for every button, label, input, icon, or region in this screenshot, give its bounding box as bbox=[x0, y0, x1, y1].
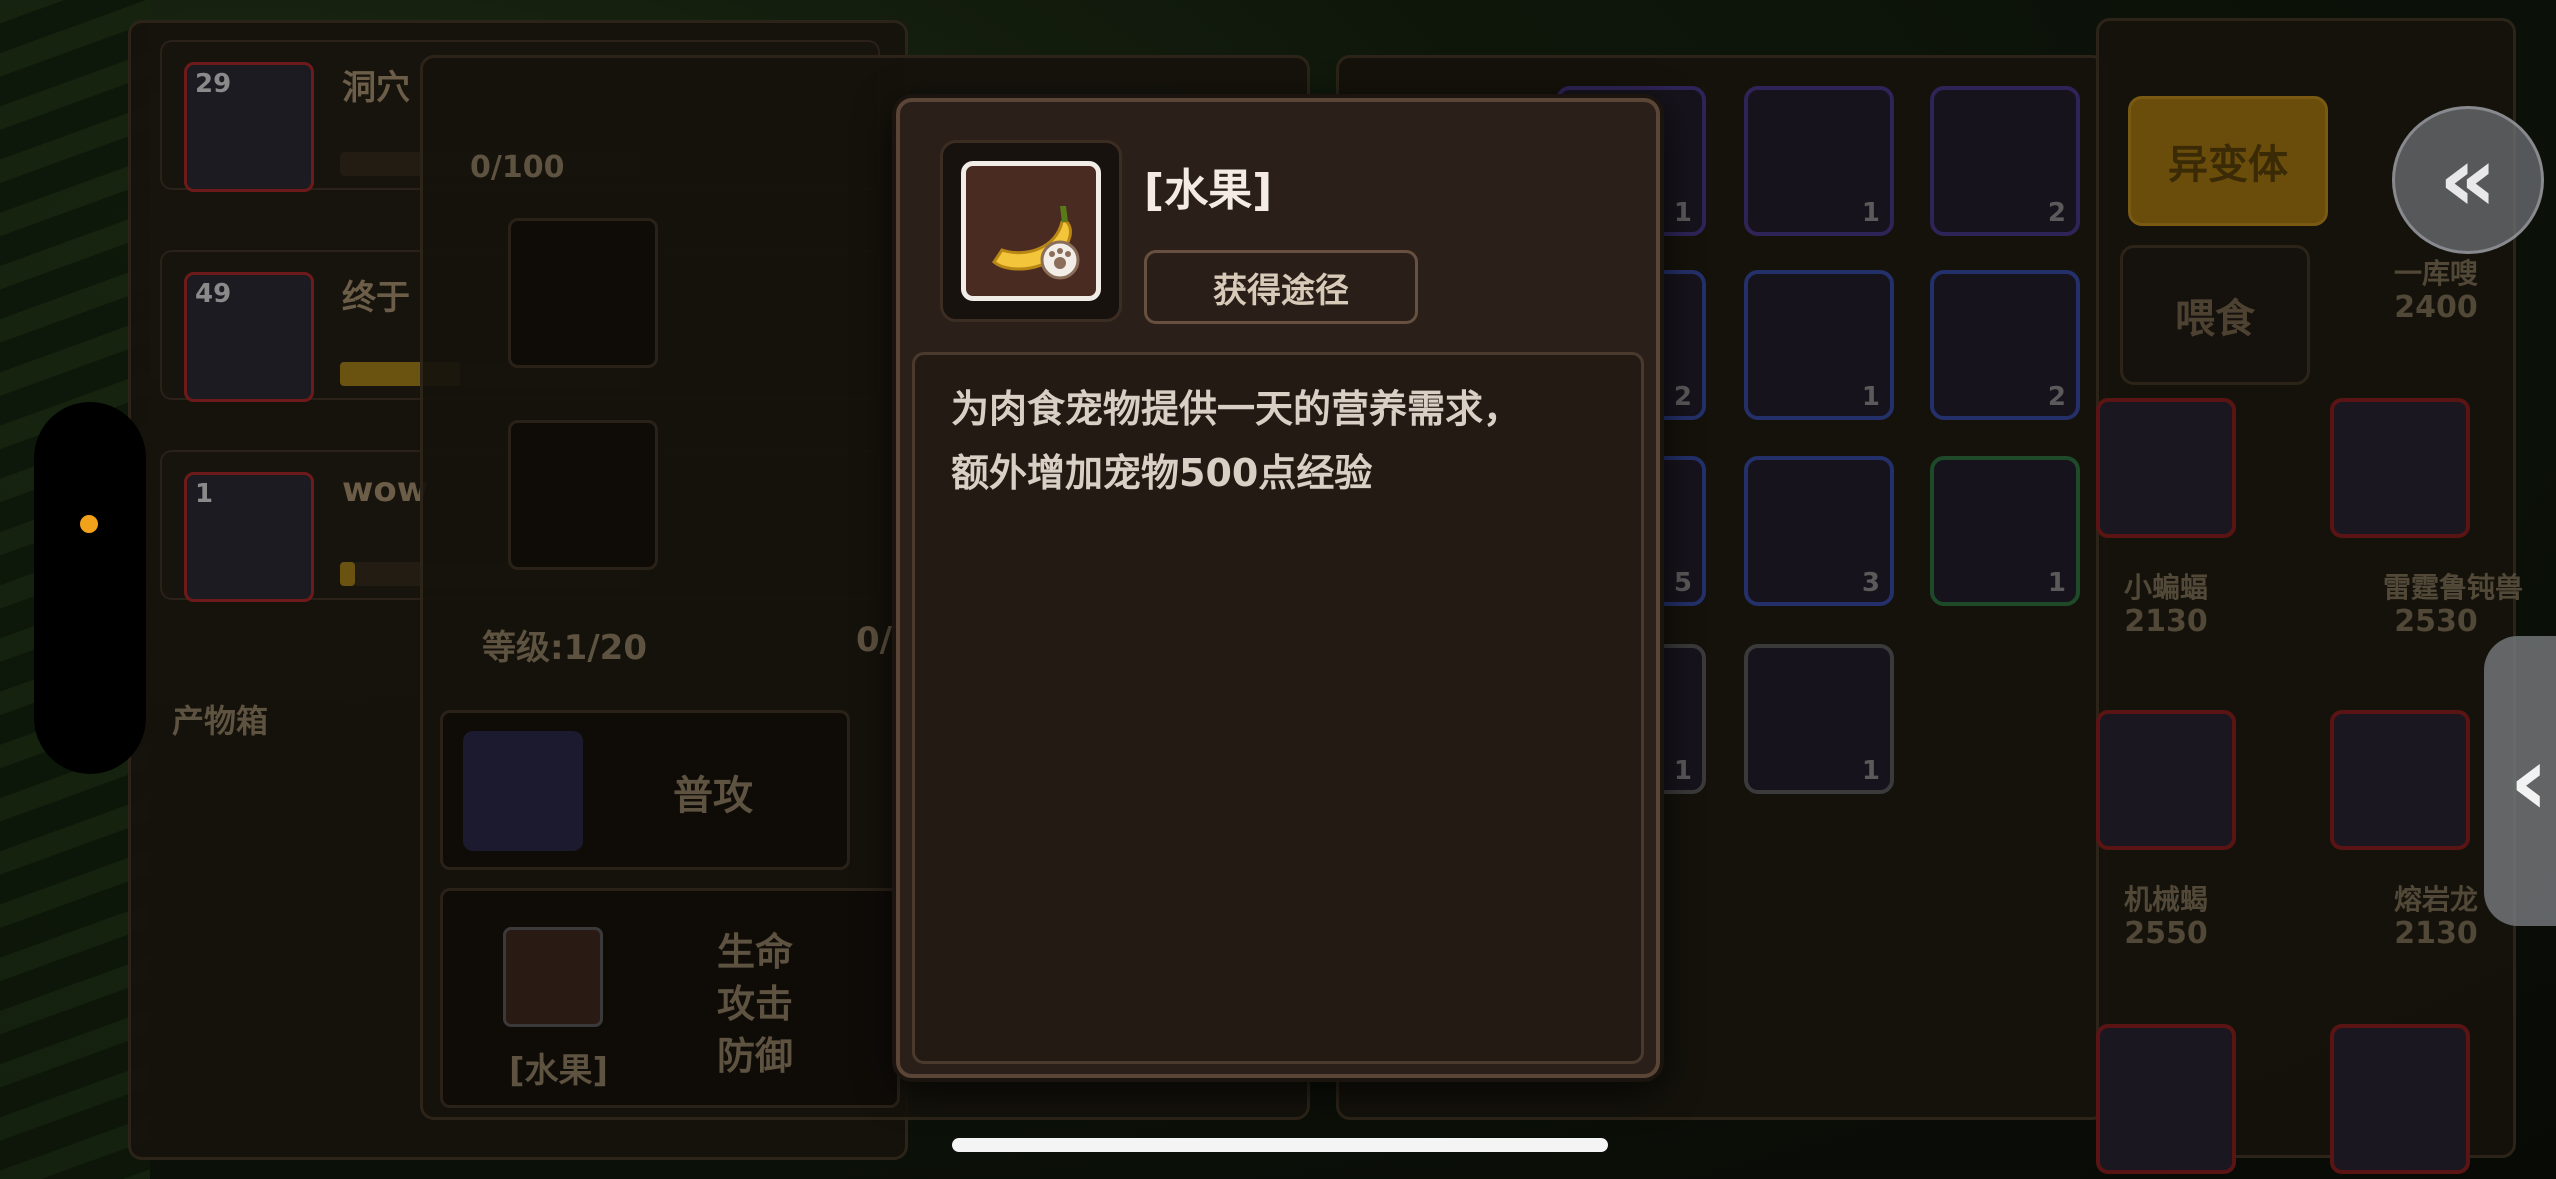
pet-card[interactable] bbox=[2096, 398, 2236, 538]
inventory-slot[interactable]: 1 bbox=[1930, 456, 2080, 606]
game-screen: 29 洞穴 49 终于 1 wow 产物箱 0/100 等级:1/20 0/ 普… bbox=[0, 0, 2556, 1179]
acquire-source-button[interactable]: 获得途径 bbox=[1144, 250, 1418, 324]
equip-slot[interactable] bbox=[508, 218, 658, 368]
progress-text: 0/ bbox=[856, 620, 893, 660]
item-description: 为肉食宠物提供一天的营养需求， 额外增加宠物500点经验 bbox=[951, 377, 1631, 505]
home-indicator bbox=[952, 1138, 1608, 1152]
pet-card[interactable] bbox=[2330, 710, 2470, 850]
inventory-slot[interactable]: 2 bbox=[1930, 86, 2080, 236]
pet-name: 一库嗖 bbox=[2393, 257, 2478, 290]
item-title: [水果] bbox=[1144, 165, 1273, 216]
notification-dot bbox=[80, 515, 98, 533]
food-card: [水果] 生命 攻击 防御 bbox=[440, 888, 900, 1108]
item-description-box: 为肉食宠物提供一天的营养需求， 额外增加宠物500点经验 bbox=[912, 352, 1644, 1064]
pet-level: 29 bbox=[195, 69, 232, 99]
item-icon-frame bbox=[940, 140, 1122, 322]
stat-attack-label: 攻击 bbox=[717, 982, 794, 1026]
pet-card[interactable] bbox=[2330, 398, 2470, 538]
pet-card[interactable] bbox=[2096, 1024, 2236, 1174]
stat-defense-label: 防御 bbox=[717, 1034, 794, 1078]
pet-name: 终于 bbox=[342, 278, 410, 318]
pet-avatar: 1 bbox=[184, 472, 314, 602]
pet-level: 1 bbox=[195, 479, 214, 509]
pet-value: 2400 bbox=[2394, 290, 2478, 325]
pet-name: 小蝙蝠 bbox=[2123, 571, 2208, 604]
attack-skill-card[interactable]: 普攻 bbox=[440, 710, 850, 870]
pet-value: 2530 bbox=[2394, 604, 2478, 639]
pet-level: 49 bbox=[195, 279, 232, 309]
inventory-slot[interactable]: 1 bbox=[1744, 270, 1894, 420]
back-double-chevron-icon[interactable]: « bbox=[2392, 106, 2544, 254]
side-handle[interactable] bbox=[34, 402, 146, 774]
description-line: 额外增加宠物500点经验 bbox=[951, 451, 1373, 495]
inventory-slot[interactable]: 1 bbox=[1744, 86, 1894, 236]
claw-icon bbox=[463, 731, 583, 851]
inventory-slot[interactable]: 3 bbox=[1744, 456, 1894, 606]
pet-name: wow bbox=[342, 470, 429, 510]
food-label: [水果] bbox=[509, 1051, 609, 1091]
mutant-button[interactable]: 异变体 bbox=[2128, 96, 2328, 226]
stat-hp-label: 生命 bbox=[717, 930, 794, 974]
pet-name: 机械蝎 bbox=[2123, 883, 2208, 916]
pet-avatar: 49 bbox=[184, 272, 314, 402]
expand-chevron-icon[interactable]: ‹ bbox=[2484, 636, 2556, 926]
products-box-label: 产物箱 bbox=[172, 702, 269, 740]
pet-card[interactable] bbox=[2330, 1024, 2470, 1174]
pet-name: 雷霆鲁钝兽 bbox=[2382, 571, 2523, 604]
equip-slot[interactable] bbox=[508, 420, 658, 570]
exp-text: 0/100 bbox=[470, 150, 565, 185]
inventory-slot[interactable]: 2 bbox=[1930, 270, 2080, 420]
pet-name: 洞穴 bbox=[342, 68, 410, 108]
item-detail-modal: [水果] 获得途径 为肉食宠物提供一天的营养需求， 额外增加宠物500点经验 bbox=[896, 98, 1660, 1078]
banana-icon bbox=[503, 927, 603, 1027]
pet-value: 2130 bbox=[2124, 604, 2208, 639]
attack-label: 普攻 bbox=[673, 773, 753, 819]
inventory-slot[interactable]: 1 bbox=[1744, 644, 1894, 794]
pet-avatar: 29 bbox=[184, 62, 314, 192]
feed-button[interactable]: 喂食 bbox=[2120, 245, 2310, 385]
banana-icon bbox=[961, 161, 1101, 301]
description-line: 为肉食宠物提供一天的营养需求， bbox=[951, 387, 1522, 431]
pet-card[interactable] bbox=[2096, 710, 2236, 850]
level-text: 等级:1/20 bbox=[482, 628, 647, 668]
pet-value: 2550 bbox=[2124, 916, 2208, 951]
